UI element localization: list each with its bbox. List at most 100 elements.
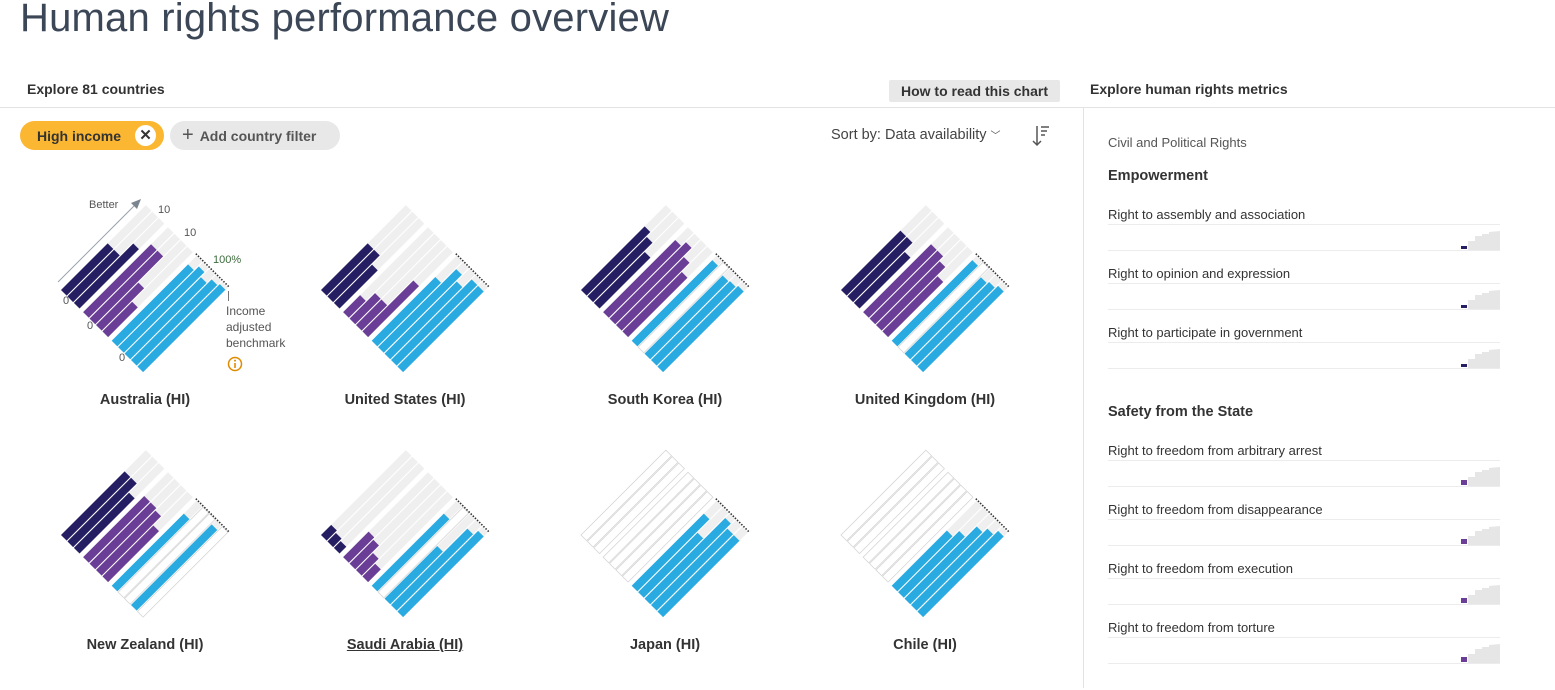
metric-item[interactable]: Right to opinion and expression — [1108, 266, 1500, 322]
metric-distribution-sparkline — [1461, 349, 1500, 368]
country-diamond-chart — [841, 205, 1010, 373]
empowerment-bar-background — [321, 450, 412, 541]
safety-max-label: 10 — [184, 227, 197, 239]
metric-divider — [1108, 637, 1500, 638]
metric-label: Right to freedom from disappearance — [1108, 502, 1323, 517]
metric-distribution-sparkline — [1461, 467, 1500, 486]
country-card[interactable]: Japan (HI) — [535, 445, 795, 690]
country-name[interactable]: Australia (HI) — [15, 392, 275, 408]
metric-divider — [1108, 663, 1500, 664]
esr-max-label: 100% — [213, 254, 242, 266]
metric-distribution-sparkline — [1461, 585, 1500, 604]
filter-chip-label: High income — [37, 127, 122, 144]
metric-divider — [1108, 224, 1500, 225]
country-marker — [1461, 657, 1467, 662]
country-marker — [1461, 364, 1467, 367]
benchmark-label-line: benchmark — [226, 336, 286, 350]
sort-label: Sort by: Data availability — [831, 127, 987, 143]
metric-label: Right to participate in government — [1108, 325, 1303, 340]
panel-divider — [1083, 108, 1084, 688]
distribution-area — [1468, 644, 1500, 663]
header-divider — [0, 107, 1555, 108]
safety-min-label: 0 — [87, 320, 94, 332]
metric-item[interactable]: Right to freedom from execution — [1108, 561, 1500, 617]
metric-item[interactable]: Right to freedom from torture — [1108, 620, 1500, 676]
metric-label: Right to assembly and association — [1108, 207, 1306, 222]
add-filter-label: Add country filter — [199, 127, 317, 144]
country-card[interactable]: United States (HI) — [275, 200, 535, 445]
country-name[interactable]: New Zealand (HI) — [15, 637, 275, 653]
chevron-down-icon: ﹀ — [990, 131, 1001, 142]
metric-label: Right to freedom from arbitrary arrest — [1108, 443, 1322, 458]
metric-item[interactable]: Right to freedom from disappearance — [1108, 502, 1500, 558]
metric-label: Right to opinion and expression — [1108, 266, 1291, 281]
distribution-area — [1468, 290, 1500, 309]
esr-min-label: 0 — [119, 352, 126, 364]
metric-label: Right to freedom from torture — [1108, 620, 1275, 635]
metric-distribution-sparkline — [1461, 290, 1500, 309]
metric-item[interactable]: Right to assembly and association — [1108, 207, 1500, 263]
metric-divider — [1108, 309, 1500, 310]
distribution-area — [1468, 526, 1500, 545]
metric-divider — [1108, 545, 1500, 546]
country-diamond-chart — [580, 449, 750, 618]
metric-divider — [1108, 578, 1500, 579]
benchmark-label-line: adjusted — [226, 320, 272, 334]
filter-chip-high-income[interactable]: High income ✕ — [20, 121, 164, 150]
metric-item[interactable]: Right to participate in government — [1108, 325, 1500, 381]
panel-category: Civil and Political Rights — [1108, 135, 1247, 150]
metric-distribution-sparkline — [1461, 526, 1500, 545]
country-card[interactable]: South Korea (HI) — [535, 200, 795, 445]
metric-divider — [1108, 519, 1500, 520]
metric-label: Right to freedom from execution — [1108, 561, 1293, 576]
distribution-area — [1468, 585, 1500, 604]
country-diamond-chart — [60, 450, 230, 618]
country-name[interactable]: United Kingdom (HI) — [795, 392, 1055, 408]
metric-divider — [1108, 283, 1500, 284]
close-icon[interactable]: ✕ — [135, 125, 156, 146]
country-card[interactable]: United Kingdom (HI) — [795, 200, 1055, 445]
metric-divider — [1108, 460, 1500, 461]
benchmark-label-line: Income — [226, 304, 266, 318]
country-marker — [1461, 598, 1467, 603]
info-icon[interactable] — [227, 356, 243, 372]
country-name[interactable]: United States (HI) — [275, 392, 535, 408]
sort-dropdown[interactable]: Sort by: Data availability ﹀ — [831, 127, 1001, 143]
country-card[interactable]: Chile (HI) — [795, 445, 1055, 690]
panel-section-title: Safety from the State — [1108, 404, 1254, 420]
country-marker — [1461, 305, 1467, 308]
country-diamond-chart — [840, 449, 1010, 618]
metric-distribution-sparkline — [1461, 231, 1500, 250]
country-diamond-chart — [581, 205, 750, 373]
page-title: Human rights performance overview — [20, 0, 670, 40]
empowerment-min-label: 0 — [63, 295, 70, 307]
country-card[interactable]: Saudi Arabia (HI) — [275, 445, 535, 690]
explore-countries-label: Explore 81 countries — [27, 81, 165, 97]
metric-divider — [1108, 368, 1500, 369]
benchmark-tick — [228, 291, 229, 301]
better-arrow-icon — [57, 199, 141, 283]
metric-divider — [1108, 604, 1500, 605]
country-name[interactable]: Chile (HI) — [795, 637, 1055, 653]
country-diamond-chart — [321, 205, 490, 373]
add-country-filter-button[interactable]: + Add country filter — [170, 121, 340, 150]
distribution-area — [1468, 467, 1500, 486]
panel-section-title: Empowerment — [1108, 168, 1208, 184]
metric-item[interactable]: Right to freedom from arbitrary arrest — [1108, 443, 1500, 499]
explore-metrics-label: Explore human rights metrics — [1090, 81, 1288, 97]
how-to-read-button[interactable]: How to read this chart — [889, 80, 1060, 102]
benchmark-label: Income adjusted benchmark — [226, 303, 285, 351]
metric-divider — [1108, 250, 1500, 251]
sort-descending-icon[interactable] — [1031, 124, 1051, 148]
country-marker — [1461, 246, 1467, 249]
plus-icon: + — [182, 124, 194, 146]
distribution-area — [1468, 231, 1500, 250]
country-marker — [1461, 539, 1467, 544]
country-card[interactable]: New Zealand (HI) — [15, 445, 275, 690]
distribution-area — [1468, 349, 1500, 368]
country-name[interactable]: Saudi Arabia (HI) — [275, 637, 535, 653]
empowerment-max-label: 10 — [158, 204, 171, 216]
metric-divider — [1108, 486, 1500, 487]
country-name[interactable]: Japan (HI) — [535, 637, 795, 653]
country-name[interactable]: South Korea (HI) — [535, 392, 795, 408]
